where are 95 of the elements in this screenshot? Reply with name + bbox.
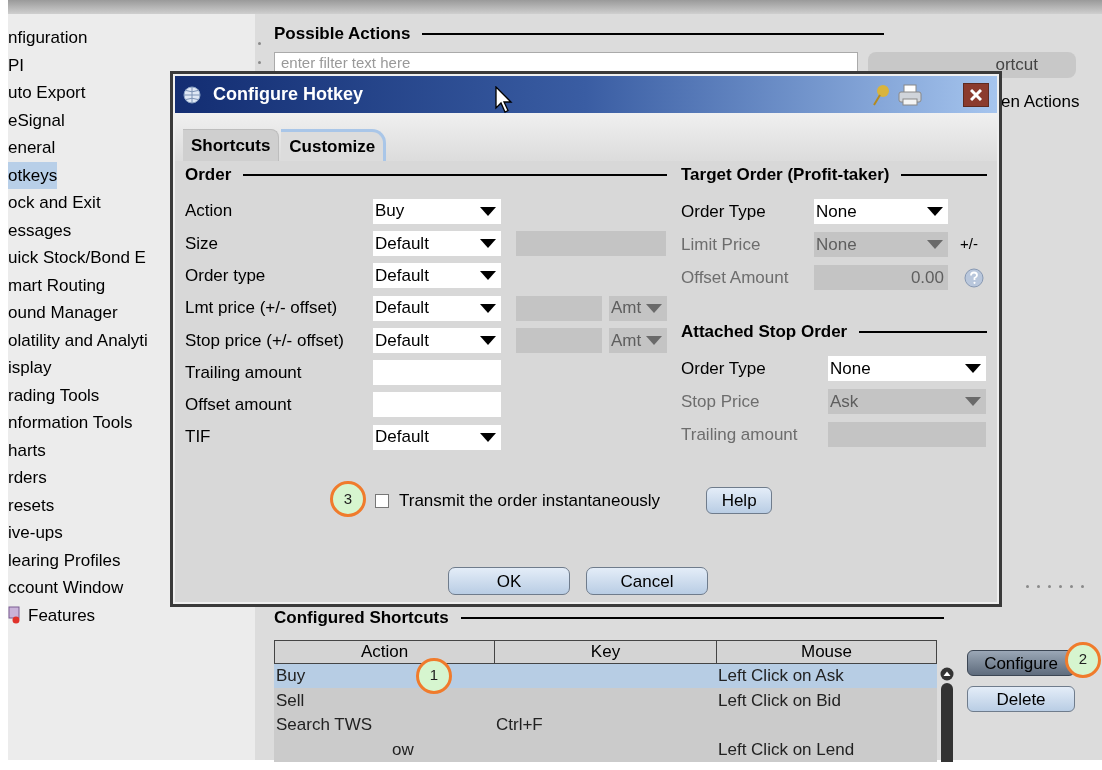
- sidebar-item[interactable]: isplay: [8, 354, 52, 382]
- dropdown[interactable]: Default: [373, 424, 501, 450]
- help-button[interactable]: Help: [706, 487, 773, 515]
- table-cell-text: Left Click on Ask: [718, 665, 845, 687]
- column-header[interactable]: Key: [495, 640, 717, 663]
- dropdown-caret-icon: [965, 364, 981, 373]
- dropdown[interactable]: Default: [373, 263, 501, 289]
- field-label: Trailing amount: [681, 423, 799, 446]
- field-label: Order Type: [681, 200, 767, 223]
- dropdown-caret-icon: [480, 206, 496, 216]
- sidebar-item[interactable]: nfiguration: [8, 24, 88, 52]
- section-title: Target Order (Profit-taker): [681, 164, 890, 187]
- puzzle-icon: [8, 606, 22, 625]
- section-title: Configured Shortcuts: [274, 606, 449, 629]
- tab[interactable]: Shortcuts: [183, 129, 280, 161]
- sidebar-item[interactable]: eSignal: [8, 106, 65, 134]
- input-field[interactable]: [373, 360, 501, 386]
- section-title: Attached Stop Order: [681, 321, 848, 344]
- dropdown[interactable]: Default: [373, 295, 501, 321]
- sidebar-item[interactable]: PI: [8, 51, 25, 79]
- dropdown-caret-icon: [480, 303, 496, 313]
- sidebar-item[interactable]: ccount Window: [8, 574, 124, 602]
- table-cell-text: Left Click on Bid: [718, 689, 842, 712]
- field-label: Action: [185, 200, 234, 223]
- dropdown-caret-icon: [646, 303, 662, 313]
- sidebar-item[interactable]: eneral: [8, 134, 56, 162]
- dropdown-caret-icon: [480, 271, 496, 281]
- help-icon: [964, 267, 984, 288]
- table-cell: Sell: [276, 690, 305, 710]
- dropdown-caret-icon: [965, 397, 981, 406]
- dialog-title: Configure Hotkey: [213, 83, 363, 106]
- sidebar-item[interactable]: resets: [8, 491, 55, 519]
- close-icon: [970, 88, 982, 101]
- dropdown-caret-icon: [646, 335, 662, 345]
- checkbox-label: Transmit the order instantaneously: [399, 490, 661, 513]
- table-cell: Search TWS: [276, 715, 373, 734]
- dropdown[interactable]: Default: [373, 230, 501, 256]
- dropdown[interactable]: None: [814, 199, 948, 224]
- printer-icon[interactable]: [897, 82, 923, 107]
- dropdown[interactable]: Default: [373, 327, 501, 353]
- callout-badge: 2: [1065, 641, 1101, 678]
- dropdown-caret-icon: [480, 238, 496, 248]
- sidebar-item[interactable]: uto Export: [8, 79, 86, 107]
- field-label: Stop Price: [681, 390, 761, 413]
- globe-icon: [183, 85, 201, 104]
- input-field[interactable]: [373, 392, 501, 418]
- close-button[interactable]: [963, 82, 989, 107]
- field-label: Stop price (+/- offset): [185, 329, 345, 352]
- mouse-pointer-icon: [495, 85, 513, 114]
- dropdown-caret-icon: [927, 207, 943, 216]
- field-label: Offset Amount: [681, 266, 790, 289]
- table-cell-text: Ctrl+F: [496, 714, 544, 736]
- checkbox[interactable]: [375, 493, 389, 508]
- field-label: TIF: [185, 426, 212, 449]
- sidebar-item[interactable]: ock and Exit: [8, 189, 101, 217]
- sidebar-item[interactable]: rading Tools: [8, 381, 100, 409]
- section-title: Order: [185, 164, 232, 187]
- sidebar-item[interactable]: ound Manager: [8, 299, 118, 327]
- pin-icon[interactable]: [871, 82, 891, 107]
- table-cell-text: Left Click on Lend: [718, 738, 856, 761]
- field-label: Size: [185, 232, 220, 255]
- tab[interactable]: Customize: [281, 129, 387, 161]
- sidebar-item[interactable]: Features: [8, 601, 96, 629]
- sidebar-item[interactable]: rders: [8, 464, 47, 492]
- dropdown-caret-icon: [927, 240, 943, 249]
- dialog-button[interactable]: OK: [448, 567, 570, 596]
- field-label: Lmt price (+/- offset): [185, 297, 339, 320]
- sidebar-item[interactable]: nformation Tools: [8, 409, 133, 437]
- field-label: Order type: [185, 265, 267, 287]
- callout-badge: 3: [330, 481, 366, 518]
- plus-minus-label: +/-: [960, 234, 978, 255]
- dropdown-caret-icon: [480, 335, 496, 345]
- dropdown[interactable]: None: [828, 356, 986, 381]
- sidebar-item[interactable]: olatility and Analyti: [8, 326, 148, 354]
- sidebar-item[interactable]: mart Routing: [8, 271, 106, 299]
- table-cell: Buy: [276, 666, 306, 685]
- table-cell: ow: [392, 739, 414, 759]
- dropdown[interactable]: Buy: [373, 198, 501, 224]
- sidebar-item[interactable]: learing Profiles: [8, 546, 121, 574]
- field-label: Limit Price: [681, 233, 762, 256]
- table-action-button[interactable]: Delete: [967, 685, 1075, 712]
- sidebar-item[interactable]: uick Stock/Bond E: [8, 244, 146, 272]
- section-title: Possible Actions: [274, 23, 411, 46]
- scroll-up-icon[interactable]: [940, 666, 954, 681]
- sidebar-item[interactable]: essages: [8, 216, 72, 244]
- field-label: Order Type: [681, 357, 767, 380]
- field-label: Trailing amount: [185, 361, 303, 384]
- dropdown-caret-icon: [480, 432, 496, 442]
- sidebar-item[interactable]: ive-ups: [8, 519, 63, 547]
- sidebar-item[interactable]: otkeys: [8, 161, 58, 189]
- field-label: Offset amount: [185, 394, 293, 417]
- dialog-button[interactable]: Cancel: [586, 567, 708, 596]
- column-header[interactable]: Mouse: [717, 640, 936, 663]
- sidebar-item[interactable]: harts: [8, 436, 46, 464]
- option-label: en Actions: [1001, 91, 1081, 113]
